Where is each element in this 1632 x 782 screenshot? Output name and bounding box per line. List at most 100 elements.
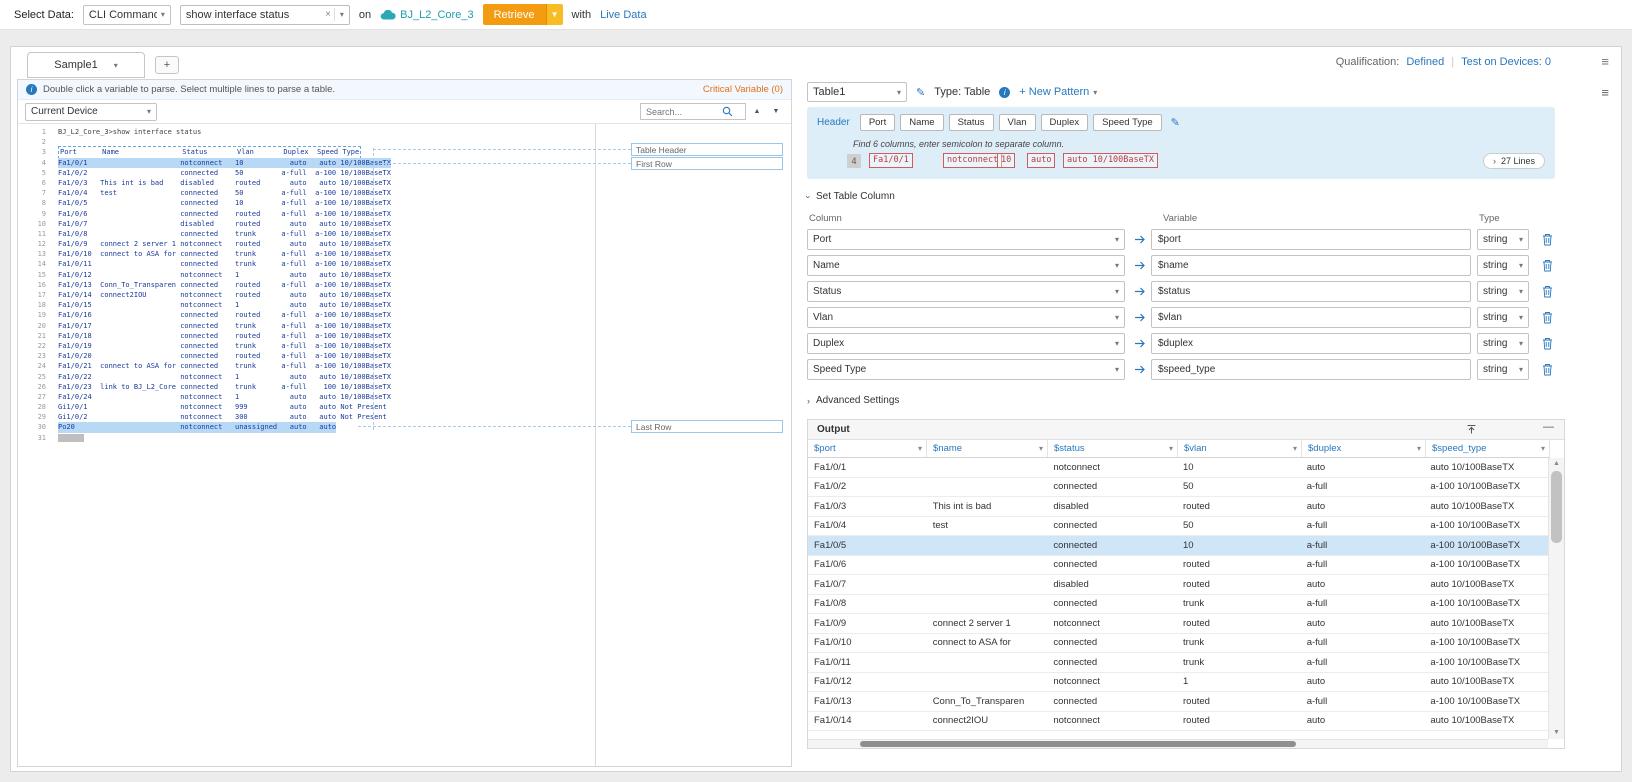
header-cell[interactable]: Vlan xyxy=(999,114,1036,131)
table-row[interactable]: Fa1/0/7disabledroutedautoauto 10/100Base… xyxy=(808,575,1548,595)
code-line[interactable]: 21 Fa1/0/18 connected routed a-full a-10… xyxy=(18,331,595,341)
type-select[interactable]: string ▾ xyxy=(1477,359,1529,380)
expand-lines-button[interactable]: › 27 Lines xyxy=(1483,153,1545,169)
column-select[interactable]: Name ▾ xyxy=(807,255,1125,276)
code-line[interactable]: 24 Fa1/0/21 connect to ASA for connected… xyxy=(18,361,595,371)
code-line[interactable]: 31 xyxy=(18,433,595,443)
pattern-cell[interactable]: 10 xyxy=(997,153,1015,168)
scroll-up-arrow[interactable]: ▲ xyxy=(1549,458,1564,470)
type-select[interactable]: string ▾ xyxy=(1477,255,1529,276)
chevron-down-icon[interactable]: ▾ xyxy=(1541,444,1545,453)
code-line[interactable]: 12 Fa1/0/9 connect 2 server 1 notconnect… xyxy=(18,239,595,249)
line-text[interactable]: Fa1/0/18 connected routed a-full a-100 1… xyxy=(58,331,391,341)
pattern-cell[interactable]: notconnect xyxy=(943,153,1002,168)
line-text[interactable] xyxy=(58,434,84,442)
line-text[interactable]: Fa1/0/7 disabled routed auto auto 10/100… xyxy=(58,219,391,229)
line-text[interactable]: Fa1/0/19 connected trunk a-full a-100 10… xyxy=(58,341,391,351)
code-line[interactable]: 8 Fa1/0/5 connected 10 a-full a-100 10/1… xyxy=(18,198,595,208)
line-text[interactable]: Fa1/0/9 connect 2 server 1 notconnect ro… xyxy=(58,239,391,249)
chevron-down-icon[interactable]: ▾ xyxy=(335,10,349,19)
line-text[interactable]: Fa1/0/8 connected trunk a-full a-100 10/… xyxy=(58,229,391,239)
scrollbar-thumb[interactable] xyxy=(860,741,1296,747)
code-line[interactable]: 15 Fa1/0/12 notconnect 1 auto auto 10/10… xyxy=(18,270,595,280)
code-line[interactable]: 29 Gi1/0/2 notconnect 300 auto auto Not … xyxy=(18,412,595,422)
line-text[interactable]: Fa1/0/15 notconnect 1 auto auto 10/100Ba… xyxy=(58,300,391,310)
header-cell[interactable]: Speed Type xyxy=(1093,114,1162,131)
column-select[interactable]: Status ▾ xyxy=(807,281,1125,302)
line-text[interactable]: Gi1/0/1 notconnect 999 auto auto Not Pre… xyxy=(58,402,387,412)
line-text[interactable]: Fa1/0/5 connected 10 a-full a-100 10/100… xyxy=(58,198,391,208)
code-line[interactable]: 9 Fa1/0/6 connected routed a-full a-100 … xyxy=(18,209,595,219)
chevron-down-icon[interactable]: ▾ xyxy=(1039,444,1043,453)
variable-input[interactable] xyxy=(1151,255,1471,276)
code-line[interactable]: 28 Gi1/0/1 notconnect 999 auto auto Not … xyxy=(18,402,595,412)
table-row[interactable]: Fa1/0/6connectedrouteda-fulla-100 10/100… xyxy=(808,556,1548,576)
line-text[interactable]: Po20 notconnect unassigned auto auto xyxy=(58,422,336,432)
chevron-down-icon[interactable]: ▾ xyxy=(1293,444,1297,453)
header-cell[interactable]: Status xyxy=(949,114,994,131)
horizontal-scrollbar[interactable] xyxy=(808,739,1548,748)
delete-column-icon[interactable] xyxy=(1542,259,1553,275)
line-text[interactable]: Fa1/0/3 This int is bad disabled routed … xyxy=(58,178,391,188)
line-text[interactable]: Fa1/0/10 connect to ASA for connected tr… xyxy=(58,249,391,259)
table-row[interactable]: Fa1/0/1notconnect10autoauto 10/100BaseTX xyxy=(808,458,1548,478)
table-row[interactable]: Fa1/0/10connect to ASA forconnectedtrunk… xyxy=(808,634,1548,654)
chevron-down-icon[interactable]: ▾ xyxy=(1169,444,1173,453)
scrollbar-thumb[interactable] xyxy=(1551,471,1562,543)
line-text[interactable]: BJ_L2_Core_3>show interface status xyxy=(58,127,201,137)
table-row[interactable]: Fa1/0/11connectedtrunka-fulla-100 10/100… xyxy=(808,653,1548,673)
retrieve-dropdown[interactable]: ▼ xyxy=(546,4,563,25)
code-line[interactable]: 13 Fa1/0/10 connect to ASA for connected… xyxy=(18,249,595,259)
variable-input[interactable] xyxy=(1151,229,1471,250)
output-column-header[interactable]: $status ▾ xyxy=(1048,440,1178,457)
code-line[interactable]: 20 Fa1/0/17 connected trunk a-full a-100… xyxy=(18,321,595,331)
advanced-settings-header[interactable]: › Advanced Settings xyxy=(807,395,899,406)
table-row[interactable]: Fa1/0/12notconnect1autoauto 10/100BaseTX xyxy=(808,673,1548,693)
pattern-select[interactable]: Table1 ▾ xyxy=(807,82,907,102)
code-line[interactable]: 10 Fa1/0/7 disabled routed auto auto 10/… xyxy=(18,219,595,229)
variable-input[interactable] xyxy=(1151,359,1471,380)
line-text[interactable]: Gi1/0/2 notconnect 300 auto auto Not Pre… xyxy=(58,412,387,422)
code-line[interactable]: 18 Fa1/0/15 notconnect 1 auto auto 10/10… xyxy=(18,300,595,310)
code-editor[interactable]: 1 BJ_L2_Core_3>show interface status 2 3… xyxy=(18,124,791,766)
vertical-scrollbar[interactable]: ▲ ▼ xyxy=(1548,458,1564,739)
type-select[interactable]: string ▾ xyxy=(1477,333,1529,354)
table-header-annotation[interactable]: Table Header xyxy=(631,143,783,156)
data-type-select[interactable]: CLI Command ▾ xyxy=(83,5,171,25)
code-line[interactable]: 1 BJ_L2_Core_3>show interface status xyxy=(18,127,595,137)
tab-sample1[interactable]: Sample1 ▾ xyxy=(27,52,145,78)
line-text[interactable]: Fa1/0/4 test connected 50 a-full a-100 1… xyxy=(58,188,391,198)
line-text[interactable]: Fa1/0/17 connected trunk a-full a-100 10… xyxy=(58,321,391,331)
edit-header-icon[interactable]: ✎ xyxy=(1171,116,1180,129)
edit-pattern-icon[interactable]: ✎ xyxy=(916,86,925,99)
code-line[interactable]: 16 Fa1/0/13 Conn_To_Transparen connected… xyxy=(18,280,595,290)
code-line[interactable]: 23 Fa1/0/20 connected routed a-full a-10… xyxy=(18,351,595,361)
output-column-header[interactable]: $speed_type ▾ xyxy=(1426,440,1550,457)
variable-input[interactable] xyxy=(1151,333,1471,354)
line-text[interactable]: Fa1/0/20 connected routed a-full a-100 1… xyxy=(58,351,391,361)
add-sample-button[interactable]: + xyxy=(155,56,179,74)
retrieve-button[interactable]: Retrieve ▼ xyxy=(483,4,563,25)
line-text[interactable]: Fa1/0/22 notconnect 1 auto auto 10/100Ba… xyxy=(58,372,391,382)
table-row[interactable]: Fa1/0/9connect 2 server 1notconnectroute… xyxy=(808,614,1548,634)
column-select[interactable]: Speed Type ▾ xyxy=(807,359,1125,380)
header-cell[interactable]: Port xyxy=(860,114,895,131)
command-input[interactable] xyxy=(181,9,322,21)
header-cell[interactable]: Name xyxy=(900,114,943,131)
column-select[interactable]: Port ▾ xyxy=(807,229,1125,250)
output-column-header[interactable]: $vlan ▾ xyxy=(1178,440,1302,457)
command-combo[interactable]: × ▾ xyxy=(180,5,350,25)
code-line[interactable]: 30 Po20 notconnect unassigned auto auto xyxy=(18,422,595,432)
menu-icon[interactable]: ≡ xyxy=(1601,54,1609,69)
header-cell[interactable]: Duplex xyxy=(1041,114,1089,131)
table-row[interactable]: Fa1/0/8connectedtrunka-fulla-100 10/100B… xyxy=(808,595,1548,615)
device-scope-select[interactable]: Current Device ▾ xyxy=(25,103,157,121)
chevron-down-icon[interactable]: ▾ xyxy=(918,444,922,453)
device-chip[interactable]: BJ_L2_Core_3 xyxy=(380,9,473,21)
output-column-header[interactable]: $port ▾ xyxy=(808,440,927,457)
code-line[interactable]: 7 Fa1/0/4 test connected 50 a-full a-100… xyxy=(18,188,595,198)
type-select[interactable]: string ▾ xyxy=(1477,307,1529,328)
code-line[interactable]: 25 Fa1/0/22 notconnect 1 auto auto 10/10… xyxy=(18,372,595,382)
table-row[interactable]: Fa1/0/13Conn_To_Transparenconnectedroute… xyxy=(808,692,1548,712)
code-line[interactable]: 27 Fa1/0/24 notconnect 1 auto auto 10/10… xyxy=(18,392,595,402)
